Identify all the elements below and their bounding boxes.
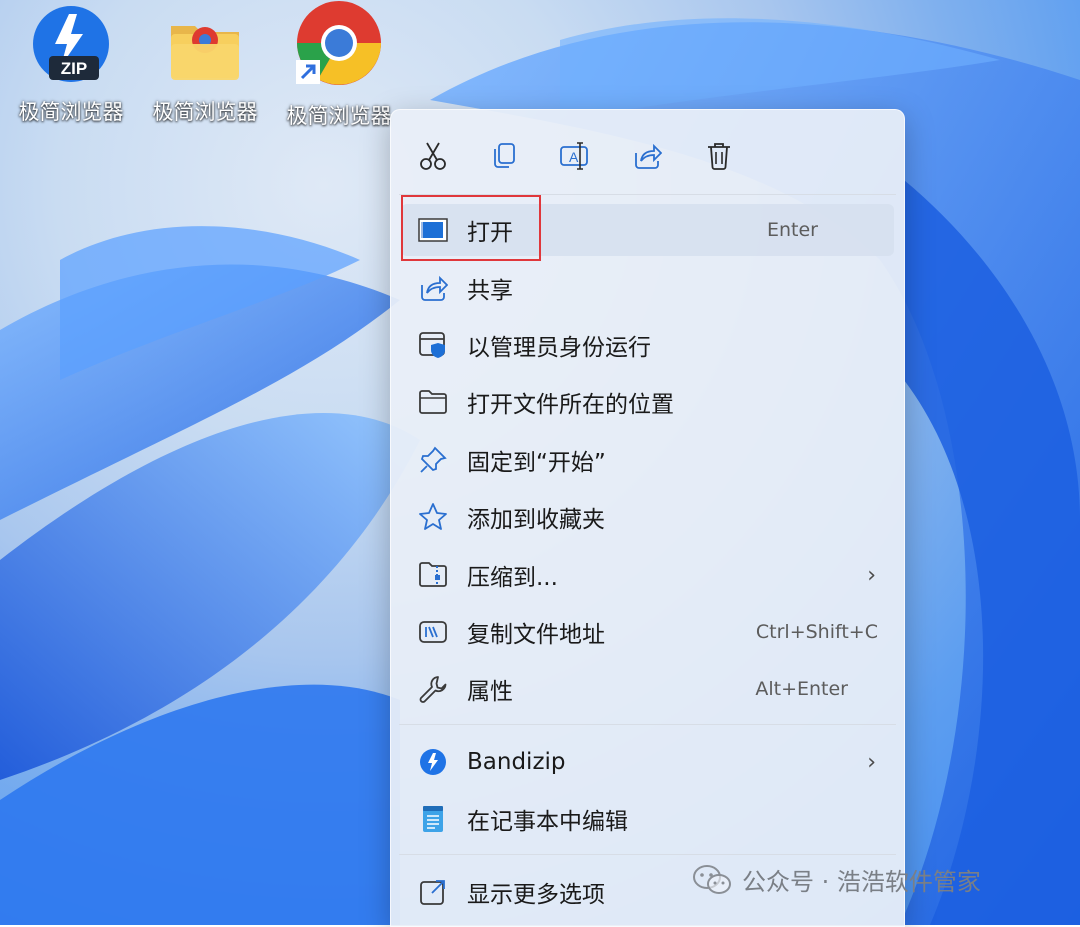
desktop-icon-label: 极简浏览器 (18, 100, 124, 124)
menu-item-run-as-admin[interactable]: 以管理员身份运行 (401, 319, 894, 371)
submenu-chevron-icon: › (867, 562, 876, 588)
menu-item-open-location[interactable]: 打开文件所在的位置 (401, 376, 894, 428)
svg-text:ZIP: ZIP (61, 59, 87, 78)
menu-item-copy-path[interactable]: 复制文件地址 Ctrl+Shift+C (401, 606, 894, 658)
desktop-icon-label: 极简浏览器 (286, 104, 392, 128)
delete-button[interactable] (697, 134, 741, 178)
share-button[interactable] (625, 134, 669, 178)
folder-icon (165, 4, 245, 84)
bandizip-zip-icon: ZIP (31, 4, 111, 84)
menu-item-label: 在记事本中编辑 (467, 809, 628, 835)
quick-action-bar: A (391, 110, 904, 194)
menu-item-share[interactable]: 共享 (401, 262, 894, 314)
wrench-icon (417, 673, 449, 705)
copy-button[interactable] (482, 134, 526, 178)
rename-button[interactable]: A (553, 134, 597, 178)
menu-item-shortcut: Ctrl+Shift+C (755, 621, 878, 643)
watermark: 公众号 · 浩浩软件管家 (692, 862, 981, 897)
pin-icon (417, 444, 449, 476)
rename-icon: A (560, 142, 588, 170)
desktop-icon-1[interactable]: ZIP 极简浏览器 (11, 4, 131, 126)
menu-item-label: 压缩到... (467, 565, 558, 591)
watermark-text: 公众号 · 浩浩软件管家 (742, 868, 981, 896)
desktop-icon-label: 极简浏览器 (152, 100, 258, 124)
desktop-icon-2[interactable]: 极简浏览器 (145, 4, 265, 126)
zip-folder-icon (417, 559, 449, 591)
more-options-icon (417, 876, 449, 908)
folder-outline-icon (417, 386, 449, 418)
svg-text:A: A (569, 149, 579, 165)
menu-item-label: 共享 (467, 278, 513, 304)
menu-item-edit-notepad[interactable]: 在记事本中编辑 (401, 793, 894, 845)
menu-item-pin-to-start[interactable]: 固定到“开始” (401, 434, 894, 486)
menu-item-compress-to[interactable]: 压缩到... › (401, 549, 894, 601)
menu-item-properties[interactable]: 属性 Alt+Enter (401, 663, 894, 715)
menu-item-bandizip[interactable]: Bandizip › (401, 736, 894, 788)
menu-item-label: 固定到“开始” (467, 450, 606, 476)
menu-item-shortcut: Alt+Enter (755, 678, 848, 700)
menu-item-label: 添加到收藏夹 (467, 507, 605, 533)
context-menu: A 打开 Enter 共享 以管理员身份运行 打开文件所在的位置 固定到“开始”… (390, 109, 905, 927)
menu-item-shortcut: Enter (767, 219, 818, 241)
highlight-box (401, 195, 541, 261)
scissors-icon (420, 142, 446, 170)
bandizip-icon (417, 746, 449, 778)
menu-item-label: Bandizip (467, 749, 566, 775)
share-icon (417, 272, 449, 304)
submenu-chevron-icon: › (867, 749, 876, 775)
menu-separator (399, 724, 896, 725)
menu-item-label: 打开文件所在的位置 (467, 392, 674, 418)
menu-item-label: 以管理员身份运行 (467, 335, 651, 361)
menu-item-label: 属性 (467, 679, 513, 705)
shield-window-icon (417, 329, 449, 361)
cut-button[interactable] (411, 134, 455, 178)
star-icon (417, 501, 449, 533)
menu-item-label: 复制文件地址 (467, 622, 605, 648)
share-icon (635, 143, 662, 169)
menu-item-label: 显示更多选项 (467, 882, 605, 908)
wechat-icon (693, 864, 731, 894)
copy-icon (494, 143, 515, 168)
notepad-icon (417, 803, 449, 835)
menu-separator (399, 854, 896, 855)
chrome-shortcut-icon (294, 0, 384, 88)
menu-item-add-favorite[interactable]: 添加到收藏夹 (401, 491, 894, 543)
trash-icon (708, 143, 730, 170)
desktop-icon-3[interactable]: 极简浏览器 (279, 1, 399, 130)
path-icon (417, 616, 449, 648)
